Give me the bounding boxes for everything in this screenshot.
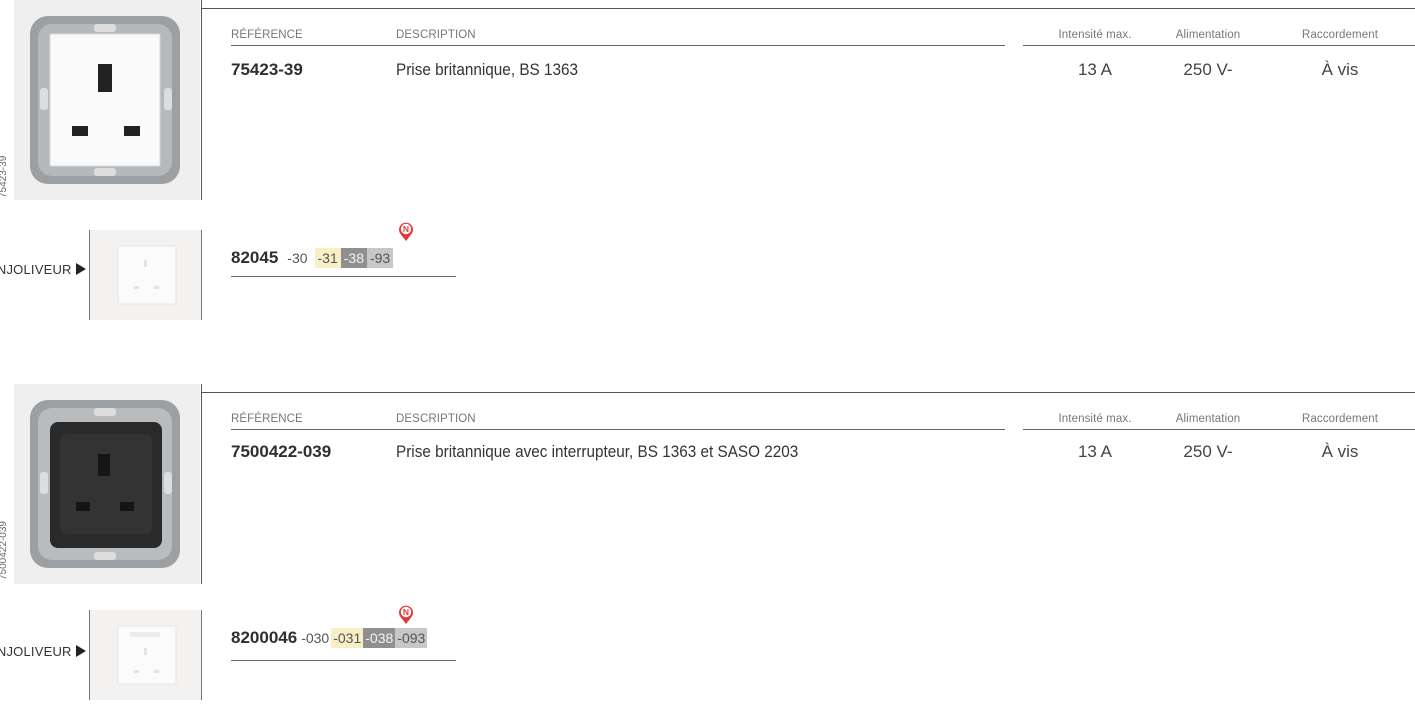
cover-thumbnail <box>90 610 202 700</box>
divider-vertical <box>201 384 202 584</box>
suffix-white: -030 <box>301 630 330 646</box>
divider-vertical-cover <box>89 610 90 700</box>
header-rule-right <box>1023 429 1415 430</box>
header-rule-left <box>231 429 1005 430</box>
product-block-2: 7500422-039 RÉFÉRENCE DESCRIPTION Intens… <box>0 384 1415 700</box>
cover-rule <box>231 276 456 277</box>
product-photo-socket-white <box>14 0 200 200</box>
product-description: Prise britannique avec interrupteur, BS … <box>396 442 799 461</box>
enjoliveur-label: ENJOLIVEUR <box>0 262 86 277</box>
header-reference: RÉFÉRENCE <box>231 29 303 41</box>
header-rule-left <box>231 45 1005 46</box>
product-photo-socket-black <box>14 384 200 584</box>
divider-vertical-cover <box>89 230 90 320</box>
side-product-code: 75423-39 <box>0 155 9 198</box>
suffix-dark: -38 <box>340 248 367 268</box>
enjoliveur-text: ENJOLIVEUR <box>0 644 72 659</box>
header-rule-right <box>1023 45 1415 46</box>
divider-vertical-cover-right <box>201 610 202 700</box>
product-supply: 250 V- <box>1183 60 1233 79</box>
divider-vertical <box>201 0 202 200</box>
product-block-1: 75423-39 RÉFÉRENCE DESCRIPTION Intensité… <box>0 0 1415 350</box>
socket-black-image <box>30 400 180 568</box>
n-new-badge-icon: N <box>399 222 413 241</box>
cover-plate-image <box>117 625 177 685</box>
socket-white-image <box>30 16 180 184</box>
cover-rule <box>231 660 456 661</box>
header-connection: Raccordement <box>1302 413 1378 425</box>
enjoliveur-text: ENJOLIVEUR <box>0 262 72 277</box>
cover-codes: 8200046 -030 -031 -038 -093 <box>231 628 428 648</box>
product-description: Prise britannique, BS 1363 <box>396 60 579 79</box>
cover-code: 8200046 <box>231 628 298 647</box>
header-reference: RÉFÉRENCE <box>231 413 303 425</box>
header-supply: Alimentation <box>1175 413 1241 425</box>
product-connection: À vis <box>1321 442 1359 461</box>
suffix-dark: -038 <box>363 628 396 648</box>
header-description: DESCRIPTION <box>396 413 476 425</box>
divider-horizontal <box>201 8 1415 9</box>
suffix-cream: -031 <box>331 628 364 648</box>
suffix-grey: -93 <box>366 248 394 268</box>
arrow-right-icon <box>75 645 86 657</box>
product-reference: 75423-39 <box>231 60 303 79</box>
enjoliveur-label: ENJOLIVEUR <box>0 644 86 659</box>
header-intensity: Intensité max. <box>1058 29 1132 41</box>
header-supply: Alimentation <box>1175 29 1241 41</box>
suffix-grey: -093 <box>395 628 428 648</box>
cover-code: 82045 <box>231 248 279 267</box>
product-intensity: 13 A <box>1077 442 1113 461</box>
product-supply: 250 V- <box>1183 442 1233 461</box>
header-intensity: Intensité max. <box>1058 413 1132 425</box>
divider-horizontal <box>201 392 1415 393</box>
cover-codes: 82045 -30 -31 -38 -93 <box>231 248 394 268</box>
svg-text:N: N <box>403 224 409 234</box>
header-description: DESCRIPTION <box>396 29 476 41</box>
product-reference: 7500422-039 <box>231 442 332 461</box>
n-new-badge-icon: N <box>399 605 413 624</box>
side-product-code: 7500422-039 <box>0 521 9 580</box>
arrow-right-icon <box>75 263 86 275</box>
suffix-white: -30 <box>287 250 308 266</box>
product-connection: À vis <box>1321 60 1359 79</box>
divider-vertical-cover-right <box>201 230 202 320</box>
cover-thumbnail <box>90 230 202 320</box>
header-connection: Raccordement <box>1302 29 1378 41</box>
svg-text:N: N <box>403 607 409 617</box>
cover-plate-image <box>117 245 177 305</box>
product-intensity: 13 A <box>1077 60 1113 79</box>
suffix-cream: -31 <box>314 248 341 268</box>
